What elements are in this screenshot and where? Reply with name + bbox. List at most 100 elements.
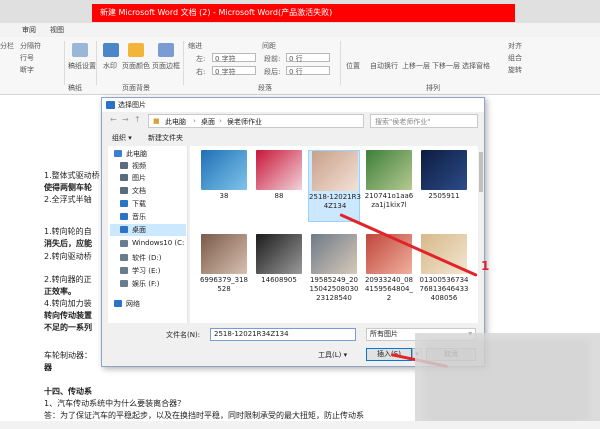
tab-review[interactable]: 审阅 <box>22 25 36 35</box>
align-button[interactable]: 对齐 <box>508 41 522 51</box>
indent-right-input[interactable]: 0 字符 <box>212 66 256 76</box>
rotate-button[interactable]: 旋转 <box>508 65 522 75</box>
page-color-icon <box>128 43 144 57</box>
window-title: 新建 Microsoft Word 文档 (2) - Microsoft Wor… <box>92 4 515 22</box>
dialog-title-bar: 选择图片 <box>102 98 484 112</box>
manuscript-settings-button[interactable]: 稿纸设置 <box>68 61 96 71</box>
doc-line: 不足的一系列 <box>44 323 92 332</box>
music-icon <box>120 213 128 220</box>
ribbon: 分栏 分隔符 行号 断字 稿纸设置 稿纸 水印 页面颜色 页面边框 页面背景 缩… <box>0 37 600 95</box>
wrap-text-button[interactable]: 自动换行 <box>370 61 398 71</box>
bring-forward-button[interactable]: 上移一层 <box>402 61 430 71</box>
breaks-button[interactable]: 分隔符 <box>20 41 41 51</box>
video-icon <box>120 162 128 169</box>
hyphenation-button[interactable]: 断字 <box>20 65 34 75</box>
image-preview <box>201 150 247 190</box>
file-grid: 38 88 2518-12021R34Z134 210741o1aa6za1j1… <box>190 146 478 323</box>
tree-item-this-pc[interactable]: 此电脑 <box>110 148 186 160</box>
address-bar[interactable]: ■ 此电脑 › 桌面 › 侯老师作业 <box>148 114 364 128</box>
tree-item-documents[interactable]: 文档 <box>110 185 186 197</box>
selection-pane-button[interactable]: 选择窗格 <box>462 61 490 71</box>
search-input[interactable]: 搜索"侯老师作业" <box>370 114 478 128</box>
computer-icon <box>114 150 122 157</box>
file-thumbnail-selected[interactable]: 2518-12021R34Z134 <box>308 150 361 222</box>
tree-item-drive-e[interactable]: 学习 (E:) <box>110 265 186 277</box>
spacing-before-input[interactable]: 0 行 <box>286 53 330 63</box>
file-thumbnail[interactable]: 19585249_201504250803023128540 <box>308 234 360 306</box>
group-manuscript-label: 稿纸 <box>68 84 82 92</box>
image-preview <box>256 234 302 274</box>
tree-item-drive-c[interactable]: Windows10 (C: <box>110 238 186 250</box>
forward-icon[interactable]: → <box>122 115 129 124</box>
image-preview <box>366 234 412 274</box>
tree-item-music[interactable]: 音乐 <box>110 211 186 223</box>
tree-item-drive-d[interactable]: 软件 (D:) <box>110 252 186 264</box>
scrollbar-thumb[interactable] <box>479 152 483 192</box>
organize-button[interactable]: 组织 ▾ <box>112 133 132 143</box>
tree-item-drive-f[interactable]: 娱乐 (F:) <box>110 278 186 290</box>
back-icon[interactable]: ← <box>110 115 117 124</box>
up-icon[interactable]: ↑ <box>134 115 141 124</box>
spacing-after-label: 段后: <box>264 68 281 76</box>
manuscript-icon <box>72 43 88 57</box>
tree-item-downloads[interactable]: 下载 <box>110 198 186 210</box>
image-preview <box>366 150 412 190</box>
image-preview <box>256 150 302 190</box>
tree-item-videos[interactable]: 视频 <box>110 160 186 172</box>
documents-icon <box>120 187 128 194</box>
dialog-title: 选择图片 <box>118 101 146 109</box>
indent-left-input[interactable]: 0 字符 <box>212 53 256 63</box>
tab-view[interactable]: 视图 <box>50 25 64 35</box>
file-scrollbar[interactable] <box>478 146 484 323</box>
navigation-tree: 此电脑 视频 图片 文档 下载 音乐 桌面 Windows10 (C: 软件 (… <box>108 146 188 323</box>
send-backward-button[interactable]: 下移一层 <box>432 61 460 71</box>
breadcrumb-desktop[interactable]: 桌面 <box>201 117 215 127</box>
doc-line: 消失后，应能 <box>44 239 92 248</box>
group-page-background-label: 页面背景 <box>122 84 150 92</box>
new-folder-button[interactable]: 新建文件夹 <box>148 133 183 143</box>
file-thumbnail[interactable]: 6996379_318528 <box>198 234 250 306</box>
page-border-icon <box>158 43 174 57</box>
watermark-button[interactable]: 水印 <box>103 61 117 71</box>
network-icon <box>114 300 122 307</box>
tree-item-pictures[interactable]: 图片 <box>110 172 186 184</box>
blurred-region <box>415 333 600 429</box>
doc-line: 1.转向轮的自 <box>44 227 92 236</box>
breadcrumb-this-pc[interactable]: 此电脑 <box>165 117 186 127</box>
annotation-number: 1 <box>481 259 490 273</box>
file-thumbnail[interactable]: 2505911 <box>418 150 470 222</box>
indent-right-label: 右: <box>196 68 206 76</box>
doc-line: 车轮制动器： <box>44 351 92 360</box>
file-thumbnail[interactable]: 38 <box>198 150 250 222</box>
file-thumbnail[interactable]: 14608905 <box>253 234 305 306</box>
line-numbers-button[interactable]: 行号 <box>20 53 34 63</box>
doc-line: 转向传动装置 <box>44 311 92 320</box>
breadcrumb-folder[interactable]: 侯老师作业 <box>227 117 262 127</box>
ribbon-tabs: 审阅 视图 <box>0 23 600 37</box>
drive-icon <box>120 254 128 261</box>
file-thumbnail[interactable]: 88 <box>253 150 305 222</box>
position-button[interactable]: 位置 <box>346 61 360 71</box>
spacing-label: 间距 <box>262 42 276 50</box>
dialog-toolbar: 组织 ▾ 新建文件夹 <box>102 131 484 145</box>
word-title-bar: 新建 Microsoft Word 文档 (2) - Microsoft Wor… <box>0 0 600 23</box>
desktop-icon <box>120 226 128 233</box>
filename-input[interactable]: 2518-12021R34Z134 <box>210 328 356 341</box>
doc-line: 1.整体式驱动桥 <box>44 171 100 180</box>
doc-line: 4.转向加力装 <box>44 299 92 308</box>
columns-label[interactable]: 分栏 <box>0 41 14 51</box>
tools-button[interactable]: 工具(L) ▾ <box>318 350 347 360</box>
indent-label: 缩进 <box>188 42 202 50</box>
watermark-icon <box>103 43 119 57</box>
file-thumbnail[interactable]: 210741o1aa6za1j1kix7l <box>363 150 415 222</box>
tree-item-desktop[interactable]: 桌面 <box>110 224 186 236</box>
doc-line: 正效率。 <box>44 287 76 296</box>
doc-line: 2.转向驱动桥 <box>44 252 92 261</box>
doc-line: 器 <box>44 363 52 372</box>
page-color-button[interactable]: 页面颜色 <box>122 61 150 71</box>
page-border-button[interactable]: 页面边框 <box>152 61 180 71</box>
tree-item-network[interactable]: 网络 <box>110 298 186 310</box>
pictures-icon <box>120 174 128 181</box>
group-button[interactable]: 组合 <box>508 53 522 63</box>
spacing-after-input[interactable]: 0 行 <box>286 66 330 76</box>
